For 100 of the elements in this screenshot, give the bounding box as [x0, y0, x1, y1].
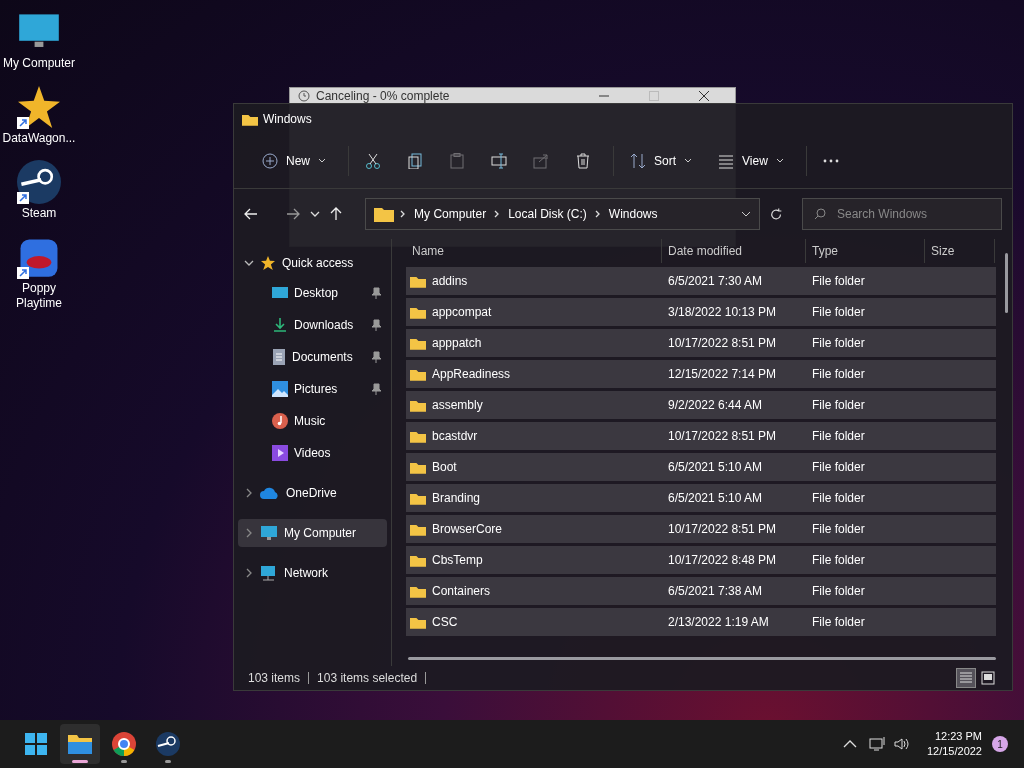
file-type: File folder	[811, 521, 866, 538]
chevron-down-icon	[684, 157, 693, 165]
file-type: File folder	[811, 614, 866, 631]
scrollbar[interactable]	[1005, 253, 1008, 313]
notification-badge[interactable]: 1	[992, 736, 1008, 752]
sidebar-item[interactable]: Pictures	[238, 373, 387, 405]
sidebar-item[interactable]: Quick access	[238, 249, 387, 277]
chevron-down-icon[interactable]	[310, 209, 320, 219]
chevron-right-icon[interactable]	[244, 568, 254, 578]
file-row[interactable]: bcastdvr 10/17/2022 8:51 PM File folder	[406, 422, 996, 450]
chevron-right-icon[interactable]	[244, 488, 254, 498]
tiles-view-button[interactable]	[978, 668, 998, 688]
cloud-icon	[260, 487, 280, 499]
chevron-right-icon	[594, 210, 601, 218]
sidebar-item[interactable]: Network	[238, 559, 387, 587]
chevron-right-icon	[400, 210, 407, 218]
chevron-down-icon	[775, 157, 784, 165]
star-icon	[17, 85, 61, 129]
chevron-down-icon[interactable]	[740, 209, 751, 219]
desktop-icon-label[interactable]: DataWagon...	[0, 131, 78, 146]
rename-icon	[491, 153, 507, 169]
address-bar[interactable]: My Computer Local Disk (C:) Windows	[365, 198, 760, 230]
file-type: File folder	[811, 273, 866, 290]
folder-icon	[410, 274, 426, 288]
forward-arrow-icon[interactable]	[286, 208, 300, 220]
file-type: File folder	[811, 428, 866, 445]
view-button[interactable]: View	[708, 144, 794, 178]
file-name: CbsTemp	[432, 552, 483, 569]
file-type: File folder	[811, 583, 866, 600]
file-row[interactable]: apppatch 10/17/2022 8:51 PM File folder	[406, 329, 996, 357]
new-button[interactable]: New	[252, 144, 336, 178]
column-header[interactable]: Size	[925, 239, 995, 263]
file-row[interactable]: BrowserCore 10/17/2022 8:51 PM File folder	[406, 515, 996, 543]
file-name: bcastdvr	[432, 428, 478, 445]
close-icon[interactable]	[699, 91, 709, 101]
desktop-icon-label[interactable]: My Computer	[0, 56, 78, 71]
file-row[interactable]: CSC 2/13/2022 1:19 AM File folder	[406, 608, 996, 636]
column-header[interactable]: Name	[406, 239, 662, 263]
music-icon	[272, 413, 288, 429]
file-name: appcompat	[432, 304, 492, 321]
file-type: File folder	[811, 366, 866, 383]
sidebar-item[interactable]: Videos	[238, 437, 387, 469]
column-header[interactable]: Type	[806, 239, 925, 263]
windows-logo-icon	[23, 731, 49, 757]
up-arrow-icon[interactable]	[330, 207, 342, 221]
file-row[interactable]: assembly 9/2/2022 6:44 AM File folder	[406, 391, 996, 419]
file-type: File folder	[811, 552, 866, 569]
steam-logo-icon	[17, 160, 61, 204]
file-row[interactable]: Containers 6/5/2021 7:38 AM File folder	[406, 577, 996, 605]
clock-time[interactable]: 12:23 PM	[934, 729, 982, 744]
folder-icon	[242, 112, 258, 126]
tile-icon	[979, 669, 997, 687]
date-modified: 3/18/2022 10:13 PM	[667, 304, 778, 321]
clock-date[interactable]: 12/15/2022	[926, 744, 982, 759]
scrollbar[interactable]	[408, 657, 996, 660]
taskbar-app-button[interactable]	[60, 724, 100, 764]
volume-icon[interactable]	[892, 736, 911, 752]
chevron-down-icon[interactable]	[244, 258, 254, 268]
chevron-up-icon[interactable]	[842, 739, 857, 749]
date-modified: 10/17/2022 8:51 PM	[667, 335, 778, 352]
chevron-right-icon[interactable]	[244, 528, 254, 538]
breadcrumb-item[interactable]: Windows	[608, 205, 658, 223]
date-modified: 6/5/2021 5:10 AM	[667, 459, 764, 476]
chevron-down-icon	[318, 157, 326, 165]
file-row[interactable]: Boot 6/5/2021 5:10 AM File folder	[406, 453, 996, 481]
folder-icon	[410, 584, 426, 598]
file-row[interactable]: Branding 6/5/2021 5:10 AM File folder	[406, 484, 996, 512]
selection-count: 103 items selected	[317, 670, 418, 687]
sidebar-item[interactable]: My Computer	[238, 519, 387, 547]
file-name: CSC	[432, 614, 458, 631]
back-arrow-icon[interactable]	[244, 208, 258, 220]
breadcrumb-item[interactable]: Local Disk (C:)	[508, 205, 587, 223]
sort-button[interactable]: Sort	[620, 144, 703, 178]
file-row[interactable]: addins 6/5/2021 7:30 AM File folder	[406, 267, 996, 295]
window-title: Windows	[263, 111, 312, 128]
list-icon	[718, 153, 735, 169]
chevron-right-icon	[494, 210, 501, 218]
folder-icon	[410, 553, 426, 567]
folder-icon	[410, 367, 426, 381]
date-modified: 10/17/2022 8:51 PM	[667, 521, 778, 538]
sidebar-item[interactable]: Documents	[238, 341, 387, 373]
sidebar-item[interactable]: Music	[238, 405, 387, 437]
search-field[interactable]: Search Windows	[802, 198, 1002, 230]
sidebar-item[interactable]: Desktop	[238, 277, 387, 309]
folder-icon	[410, 615, 426, 629]
refresh-icon[interactable]	[769, 207, 782, 221]
clock-icon	[298, 90, 310, 102]
file-row[interactable]: CbsTemp 10/17/2022 8:48 PM File folder	[406, 546, 996, 574]
desktop-icon-label[interactable]: Steam	[0, 206, 78, 221]
breadcrumb-item[interactable]: My Computer	[414, 205, 487, 223]
sidebar-item[interactable]: Downloads	[238, 309, 387, 341]
folder-icon	[410, 336, 426, 350]
desktop-icon-label[interactable]: Poppy Playtime	[0, 281, 78, 311]
column-header[interactable]: Date modified	[662, 239, 806, 263]
file-row[interactable]: appcompat 3/18/2022 10:13 PM File folder	[406, 298, 996, 326]
sidebar-item[interactable]: OneDrive	[238, 479, 387, 507]
date-modified: 2/13/2022 1:19 AM	[667, 614, 770, 631]
plus-circle-icon	[262, 153, 278, 169]
network-icon[interactable]	[868, 736, 887, 752]
file-row[interactable]: AppReadiness 12/15/2022 7:14 PM File folder	[406, 360, 996, 388]
